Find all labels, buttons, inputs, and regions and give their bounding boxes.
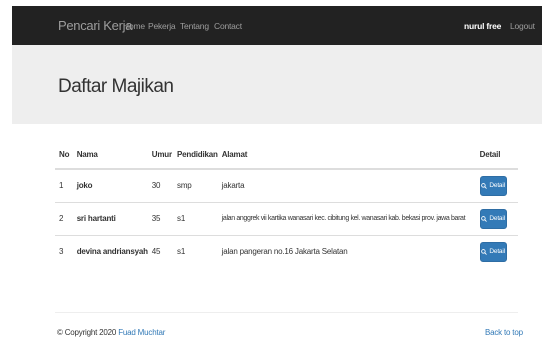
column-header-detail: Detail [475, 140, 518, 170]
table-header-row: No Nama Umur Pendidikan Alamat Detail [55, 140, 518, 170]
cell-pendidikan: s1 [173, 201, 218, 235]
search-icon [481, 215, 488, 222]
detail-button-label: Detail [489, 182, 505, 190]
cell-umur: 45 [147, 234, 174, 268]
detail-button[interactable]: Detail [479, 175, 507, 196]
cell-no: 1 [55, 168, 73, 202]
brand-link[interactable]: Pencari Kerja [58, 18, 132, 33]
cell-nama: devina andriansyah [72, 234, 148, 268]
cell-detail: Detail [475, 234, 518, 268]
page-title: Daftar Majikan [58, 76, 174, 97]
jumbotron: Daftar Majikan [12, 45, 542, 124]
cell-no: 2 [55, 201, 73, 235]
search-icon [481, 182, 488, 189]
detail-button[interactable]: Detail [479, 241, 507, 262]
logout-link[interactable]: Logout [510, 21, 535, 31]
cell-alamat: jalan pangeran no.16 Jakarta Selatan [217, 234, 476, 268]
back-to-top-link[interactable]: Back to top [485, 328, 523, 337]
author-link[interactable]: Fuad Muchtar [118, 328, 165, 337]
navbar: Pencari Kerja Home Pekerja Tentang Conta… [12, 6, 542, 45]
detail-button-label: Detail [489, 248, 505, 256]
nav-link-home[interactable]: Home [123, 21, 145, 31]
column-header-umur: Umur [147, 140, 174, 170]
nav-link-tentang[interactable]: Tentang [180, 21, 209, 31]
cell-nama: joko [72, 168, 148, 202]
column-header-nama: Nama [72, 140, 148, 170]
search-icon [481, 248, 488, 255]
cell-pendidikan: smp [173, 168, 218, 202]
nav-link-contact[interactable]: Contact [214, 21, 242, 31]
column-header-pendidikan: Pendidikan [173, 140, 218, 170]
user-name: nurul free [464, 21, 501, 31]
cell-nama: sri hartanti [72, 201, 148, 235]
column-header-no: No [55, 140, 73, 170]
footer-copyright: © Copyright 2020 Fuad Muchtar [57, 328, 165, 337]
cell-detail: Detail [475, 201, 518, 235]
detail-button[interactable]: Detail [479, 208, 507, 229]
nav-link-pekerja[interactable]: Pekerja [148, 21, 176, 31]
cell-umur: 30 [147, 168, 174, 202]
employer-table: No Nama Umur Pendidikan Alamat Detail 1 … [55, 140, 518, 268]
copyright-text: © Copyright 2020 [57, 328, 117, 337]
column-header-alamat: Alamat [217, 140, 476, 170]
cell-alamat: jakarta [217, 168, 476, 202]
cell-alamat: jalan anggrek vii kartika wanasari kec. … [217, 201, 476, 235]
cell-umur: 35 [147, 201, 174, 235]
user-name-label: nurul free [464, 21, 502, 31]
cell-detail: Detail [475, 168, 518, 202]
cell-no: 3 [55, 234, 73, 268]
detail-button-label: Detail [489, 215, 505, 222]
table-row: 2 sri hartanti 35 s1 jalan anggrek vii k… [55, 201, 518, 235]
footer-divider [55, 312, 518, 313]
table-row: 3 devina andriansyah 45 s1 jalan pangera… [55, 234, 518, 268]
table-row: 1 joko 30 smp jakarta Detail [55, 168, 518, 202]
cell-pendidikan: s1 [173, 234, 218, 268]
